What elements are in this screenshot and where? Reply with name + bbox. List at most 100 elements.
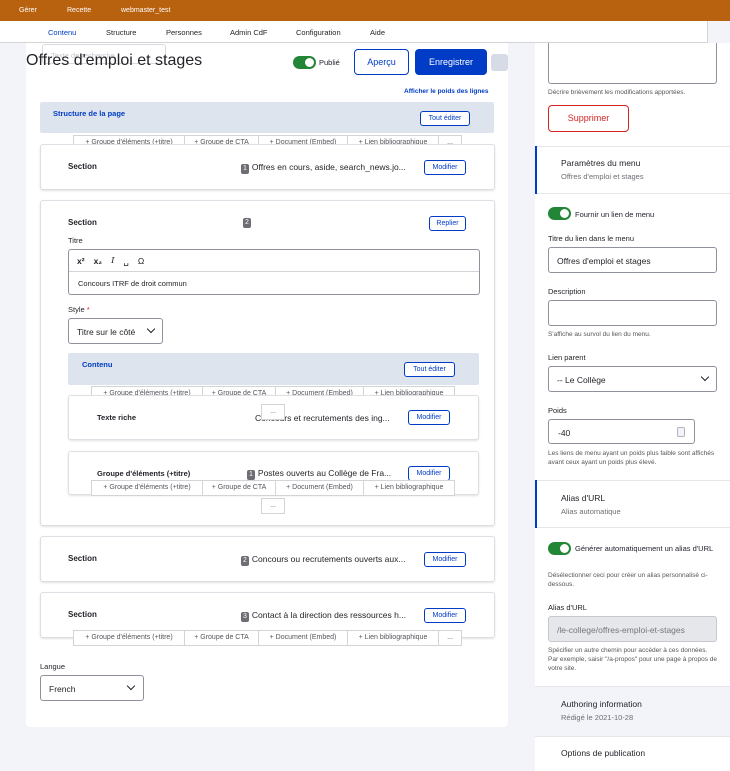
modify-button[interactable]: Modifier [408,466,450,481]
add-cta-group-button[interactable]: + Groupe de CTA [185,631,259,645]
title-editor-content[interactable]: Concours ITRF de droit commun [69,272,479,295]
add-bibliographic-link-button[interactable]: + Lien bibliographique [364,481,454,495]
url-alias-title[interactable]: Alias d'URL [561,493,605,503]
section-label: Section [68,162,97,171]
add-document-button[interactable]: + Document (Embed) [276,481,364,495]
toolbar-user[interactable]: webmaster_test [121,7,170,14]
weight-label: Poids [548,406,567,415]
structure-title: Structure de la page [53,109,126,118]
section-number-badge: 3 [241,612,249,622]
tab-people[interactable]: Personnes [166,28,202,37]
delete-button[interactable]: Supprimer [548,105,629,132]
publishing-title[interactable]: Options de publication [561,748,645,758]
url-alias-summary[interactable] [535,480,730,528]
tab-help[interactable]: Aide [370,28,385,37]
modify-button[interactable]: Modifier [408,410,450,425]
add-bibliographic-link-button[interactable]: + Lien bibliographique [348,631,439,645]
url-alias-subtitle: Alias automatique [561,507,621,516]
nonbreaking-space-button[interactable]: ␣ [123,256,128,266]
add-paragraph-bar: + Groupe d'éléments (+titre) + Groupe de… [73,630,462,646]
provide-menu-link-label: Fournir un lien de menu [575,210,655,219]
description-help: S'affiche au survol du lien du menu. [548,331,651,338]
auto-alias-label: Générer automatiquement un alias d'URL [575,544,714,553]
alias-help: Spécifier un autre chemin pour accéder à… [548,647,718,672]
edit-all-button[interactable]: Tout éditer [420,111,470,126]
authoring-subtitle: Rédigé le 2021-10-28 [561,713,634,722]
add-cta-group-button[interactable]: + Groupe de CTA [203,481,276,495]
add-element-group-button[interactable]: + Groupe d'éléments (+titre) [74,631,185,645]
provide-menu-link-toggle[interactable] [548,207,571,220]
revision-log-textarea[interactable] [548,43,717,84]
superscript-button[interactable]: x² [77,256,85,266]
save-button[interactable]: Enregistrer [415,49,487,75]
show-row-weights-link[interactable]: Afficher le poids des lignes [404,88,489,95]
group-number-badge: 1 [247,470,255,480]
modify-button[interactable]: Modifier [424,552,466,567]
section-label: Section [68,554,97,563]
admin-menu-tray: Contenu Structure Personnes Admin CdF Co… [0,21,730,64]
section-number-badge: 2 [241,556,249,566]
number-spinner-icon[interactable] [677,427,685,437]
parent-link-select[interactable]: -- Le Collège [548,366,717,392]
admin-toolbar: Gérer Recette webmaster_test [0,0,730,21]
edit-all-button[interactable]: Tout éditer [404,362,455,377]
modify-button[interactable]: Modifier [424,160,466,175]
title-rich-editor[interactable]: x² x₂ I ␣ Ω Concours ITRF de droit commu… [68,249,480,295]
tab-content[interactable]: Contenu [48,28,76,37]
tab-structure[interactable]: Structure [106,28,136,37]
section-summary: 1 Offres en cours, aside, search_news.jo.… [241,162,406,174]
tab-configuration[interactable]: Configuration [296,28,341,37]
menu-settings-subtitle: Offres d'emploi et stages [561,172,644,181]
toolbar-manage[interactable]: Gérer [19,7,37,14]
element-group-label: Groupe d'éléments (+titre) [97,469,191,478]
section-number-badge: 2 [243,218,251,228]
weight-input[interactable]: -40 [548,419,695,444]
element-group-summary: 1 Postes ouverts au Collège de Fra... [247,468,392,480]
subscript-button[interactable]: x₂ [94,256,103,266]
menu-title-input[interactable]: Offres d'emploi et stages [548,247,717,273]
published-label: Publié [319,58,340,67]
menu-settings-title[interactable]: Paramètres du menu [561,158,640,168]
authoring-summary[interactable] [535,686,730,736]
revision-log-help: Décrire brièvement les modifications app… [548,89,686,96]
more-types-button[interactable]: ... [261,498,285,514]
page-title: Offres d'emploi et stages [26,52,203,69]
auto-alias-help: Désélectionner ceci pour créer un alias … [548,572,708,588]
tray-orientation-toggle[interactable] [707,21,730,43]
description-input[interactable] [548,300,717,326]
italic-button[interactable]: I [111,256,114,266]
modify-button[interactable]: Modifier [424,608,466,623]
description-label: Description [548,287,586,296]
more-types-button[interactable]: ... [439,631,461,645]
section-summary: 2 Concours ou recrutements ouverts aux... [241,554,406,566]
style-field-label: Style * [68,305,90,314]
active-section-indicator [535,146,537,194]
section-summary-text: Offres en cours, aside, search_news.jo..… [251,162,406,172]
add-paragraph-bar: + Groupe d'éléments (+titre) + Groupe de… [91,480,455,496]
collapse-button[interactable]: Replier [429,216,466,231]
menu-settings-summary[interactable] [535,146,730,194]
add-document-button[interactable]: + Document (Embed) [259,631,348,645]
auto-alias-toggle[interactable] [548,542,571,555]
alias-input[interactable]: /le-college/offres-emploi-et-stages [548,616,717,642]
title-field-label: Titre [68,236,83,245]
section-summary: 3 Contact à la direction des ressources h… [241,610,406,622]
editor-toolbar: x² x₂ I ␣ Ω [69,250,479,272]
special-characters-button[interactable]: Ω [138,256,144,266]
add-element-group-button[interactable]: + Groupe d'éléments (+titre) [92,481,203,495]
alias-label: Alias d'URL [548,603,587,612]
toolbar-shortcuts[interactable]: Recette [67,7,91,14]
preview-button[interactable]: Aperçu [354,49,409,75]
tab-admin-cdf[interactable]: Admin CdF [230,28,268,37]
more-actions-button[interactable] [491,54,508,71]
menu-title-label: Titre du lien dans le menu [548,234,635,243]
section-label: Section [68,218,97,227]
authoring-title[interactable]: Authoring information [561,699,642,709]
language-label: Langue [40,662,66,671]
more-types-button[interactable]: ... [261,404,285,420]
weight-help: Les liens de menu ayant un poids plus fa… [548,450,715,466]
content-title: Contenu [82,360,113,369]
published-toggle[interactable] [293,56,316,69]
section-label: Section [68,610,97,619]
section-number-badge: 1 [241,164,249,174]
